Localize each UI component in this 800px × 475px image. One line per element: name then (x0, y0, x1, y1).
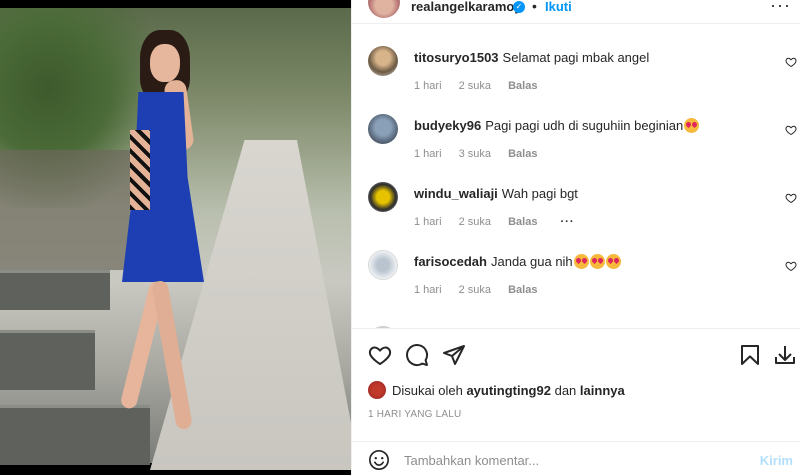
comment-item: farisocedah Janda gua nih 1 hari 2 suka B… (352, 240, 800, 308)
comment-username[interactable]: windu_waliaji (414, 186, 498, 201)
comment-meta: 1 hari 2 suka Balas (414, 80, 551, 92)
reply-button[interactable]: Balas (508, 284, 537, 296)
comment-item-partial (352, 316, 800, 328)
comment-body: windu_waliaji Wah pagi bgt (414, 186, 578, 202)
like-comment-heart-icon[interactable] (785, 124, 797, 136)
comment-likes[interactable]: 3 suka (459, 148, 491, 160)
comment-username[interactable]: budyeky96 (414, 118, 481, 133)
comment-time[interactable]: 1 hari (414, 216, 442, 228)
commenter-avatar[interactable] (368, 182, 398, 212)
comment-likes[interactable]: 2 suka (459, 216, 491, 228)
comment-input[interactable] (404, 448, 724, 472)
comment-body: titosuryo1503 Selamat pagi mbak angel (414, 50, 649, 66)
post-actions: Disukai oleh ayutingting92 dan lainnya 1… (352, 328, 800, 475)
like-comment-heart-icon[interactable] (785, 260, 797, 272)
comment-meta: 1 hari 2 suka Balas ··· (414, 216, 589, 228)
comment-item: windu_waliaji Wah pagi bgt 1 hari 2 suka … (352, 172, 800, 240)
subject-face (150, 44, 180, 82)
follow-button[interactable]: Ikuti (545, 0, 572, 14)
comment-item: budyeky96 Pagi pagi udh di suguhiin begin… (352, 104, 800, 172)
likes-connector: dan (554, 383, 577, 398)
post-side-panel: realangelkaramoy ✓ • Ikuti ··· titosuryo… (351, 0, 800, 475)
comment-body: farisocedah Janda gua nih (414, 254, 621, 270)
comments-list[interactable]: titosuryo1503 Selamat pagi mbak angel 1 h… (352, 36, 800, 328)
author-username[interactable]: realangelkaramoy (411, 0, 522, 14)
reply-button[interactable]: Balas (508, 148, 537, 160)
heart-eyes-emoji-icon (589, 254, 605, 269)
photo-step (0, 270, 110, 310)
verified-badge-icon: ✓ (513, 1, 525, 13)
heart-eyes-emoji-icon (605, 254, 621, 269)
comment-meta: 1 hari 3 suka Balas (414, 148, 551, 160)
like-comment-heart-icon[interactable] (785, 192, 797, 204)
comment-options-icon[interactable]: ··· (561, 216, 575, 228)
comment-username[interactable]: farisocedah (414, 254, 487, 269)
heart-icon[interactable] (368, 343, 392, 367)
add-comment-bar: Kirim (352, 441, 800, 475)
photo-step (0, 330, 95, 390)
post-comment-button[interactable]: Kirim (760, 453, 793, 468)
comment-text: Pagi pagi udh di suguhiin beginian (485, 118, 684, 133)
author-avatar[interactable] (368, 0, 400, 18)
bookmark-icon[interactable] (738, 343, 762, 367)
comment-likes[interactable]: 2 suka (459, 80, 491, 92)
heart-eyes-emoji-icon (573, 254, 589, 269)
reply-button[interactable]: Balas (508, 80, 537, 92)
liker-avatar[interactable] (368, 381, 386, 399)
commenter-avatar[interactable] (368, 46, 398, 76)
commenter-avatar[interactable] (368, 250, 398, 280)
more-options-icon[interactable]: ··· (770, 0, 791, 14)
comment-text: Selamat pagi mbak angel (502, 50, 650, 65)
reply-button[interactable]: Balas (508, 216, 537, 228)
post-header: realangelkaramoy ✓ • Ikuti ··· (352, 0, 800, 24)
comment-meta: 1 hari 2 suka Balas (414, 284, 551, 296)
header-separator: • (532, 0, 537, 14)
comment-likes[interactable]: 2 suka (459, 284, 491, 296)
likes-others-link[interactable]: lainnya (580, 383, 625, 398)
download-icon[interactable] (773, 343, 797, 367)
comment-time[interactable]: 1 hari (414, 148, 442, 160)
comment-text: Janda gua nih (490, 254, 573, 269)
comment-text: Wah pagi bgt (501, 186, 578, 201)
likes-summary: Disukai oleh ayutingting92 dan lainnya (368, 381, 625, 399)
comment-icon[interactable] (405, 343, 429, 367)
likes-prefix: Disukai oleh (392, 383, 463, 398)
share-icon[interactable] (442, 343, 466, 367)
commenter-avatar[interactable] (368, 114, 398, 144)
comment-body: budyeky96 Pagi pagi udh di suguhiin begin… (414, 118, 700, 134)
liker-username[interactable]: ayutingting92 (466, 383, 551, 398)
comment-time[interactable]: 1 hari (414, 80, 442, 92)
comment-item: titosuryo1503 Selamat pagi mbak angel 1 h… (352, 36, 800, 104)
subject-leg (151, 279, 193, 431)
comment-time[interactable]: 1 hari (414, 284, 442, 296)
heart-eyes-emoji-icon (684, 118, 700, 133)
subject-dress-laces (130, 130, 150, 210)
post-timestamp[interactable]: 1 HARI YANG LALU (368, 409, 461, 420)
comment-username[interactable]: titosuryo1503 (414, 50, 499, 65)
emoji-picker-icon[interactable] (368, 449, 390, 471)
post-photo[interactable] (0, 0, 351, 475)
photo-subject (100, 30, 240, 440)
like-comment-heart-icon[interactable] (785, 56, 797, 68)
